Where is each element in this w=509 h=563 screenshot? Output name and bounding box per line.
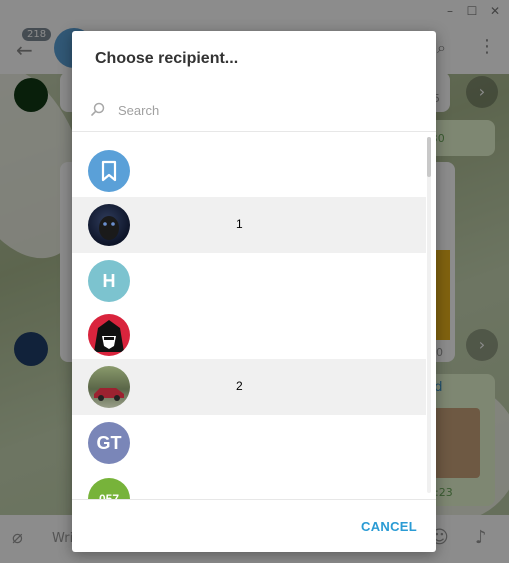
avatar-photo	[88, 204, 130, 246]
car-photo	[94, 388, 124, 401]
bookmark-icon	[101, 160, 117, 182]
hooded-figure-photo	[94, 320, 124, 352]
avatar-initials: 057	[88, 478, 130, 499]
recipient-name: 2	[236, 379, 243, 393]
avatar-photo	[88, 314, 130, 356]
recipient-row[interactable]: 057	[72, 471, 426, 499]
search-icon	[91, 102, 105, 116]
dialog-title: Choose recipient...	[95, 50, 239, 67]
scrollbar-track[interactable]	[427, 137, 431, 493]
avatar	[88, 150, 130, 192]
search-row	[72, 89, 436, 131]
recipient-row[interactable]	[72, 307, 426, 363]
choose-recipient-dialog: Choose recipient... Search 1 H 2 GT 057 …	[72, 31, 436, 552]
dark-animal-photo	[99, 216, 119, 240]
avatar-initials: GT	[88, 422, 130, 464]
search-input[interactable]	[118, 97, 418, 123]
recipient-name: 1	[236, 217, 243, 231]
scrollbar-thumb[interactable]	[427, 137, 431, 177]
recipient-row[interactable]: 1	[72, 197, 426, 253]
divider	[72, 131, 436, 132]
recipient-row[interactable]: 2	[72, 359, 426, 415]
recipient-list: 1 H 2 GT 057	[72, 143, 436, 499]
avatar-initials: H	[88, 260, 130, 302]
divider	[72, 499, 436, 500]
avatar-photo	[88, 366, 130, 408]
recipient-row-saved-messages[interactable]	[72, 143, 426, 199]
recipient-row[interactable]: GT	[72, 415, 426, 471]
recipient-row[interactable]: H	[72, 253, 426, 309]
cancel-button[interactable]: CANCEL	[354, 515, 424, 539]
